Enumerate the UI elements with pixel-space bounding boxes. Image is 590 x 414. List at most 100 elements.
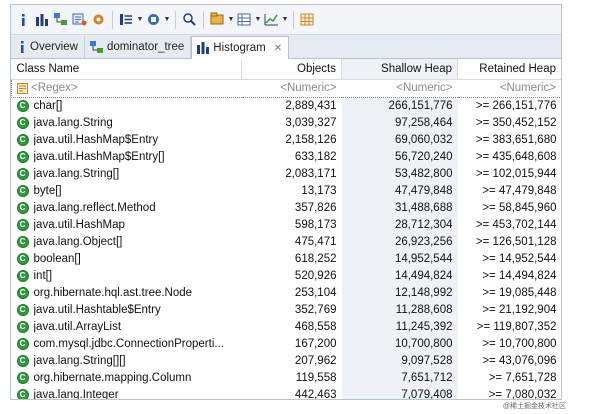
class-name: java.util.HashMap$Entry[]: [33, 150, 165, 163]
table-row[interactable]: Cchar[] 2,889,431 266,151,776 >= 266,151,77…: [12, 97, 562, 114]
class-name: boolean[]: [33, 252, 81, 265]
table-row[interactable]: Cbyte[] 13,173 47,479,848 >= 47,479,848: [12, 182, 562, 199]
retained-heap-filter-input[interactable]: <Numeric>: [457, 78, 561, 98]
shallow-heap-cell: 26,923,256: [341, 233, 458, 250]
tab-overview[interactable]: Overview: [13, 36, 85, 58]
table-row[interactable]: Cjava.lang.String 3,039,327 97,258,464 >= 3…: [12, 114, 562, 131]
overview-dropdown-icon[interactable]: [118, 10, 135, 30]
grid-icon[interactable]: [299, 10, 316, 30]
objects-cell: 2,889,431: [285, 99, 337, 112]
shallow-heap-cell: 11,288,608: [341, 301, 458, 318]
class-name-cell: Ccom.mysql.jdbc.ConnectionProperti...: [12, 335, 242, 352]
shallow-heap-cell: 28,712,304: [341, 216, 458, 233]
toolbar: ▼ ▼ ▼ ▼ ▼: [11, 5, 561, 35]
class-name: java.lang.String: [33, 116, 113, 129]
objects-filter-input[interactable]: <Numeric>: [241, 78, 342, 98]
chevron-down-icon[interactable]: ▼: [281, 16, 289, 23]
class-name-cell: Cjava.lang.String[]: [12, 165, 242, 182]
class-name-cell: Cjava.lang.Object[]: [12, 233, 242, 250]
column-header-objects[interactable]: Objects: [241, 59, 342, 80]
table-row[interactable]: Cjava.util.HashMap$Entry[] 633,182 56,720,…: [12, 148, 562, 165]
query-browser-icon[interactable]: [71, 10, 88, 30]
chevron-down-icon[interactable]: ▼: [254, 16, 262, 23]
table-row[interactable]: Cjava.lang.String[][] 207,962 9,097,528 >= …: [12, 352, 562, 369]
table-row[interactable]: Cboolean[] 618,252 14,952,544 >= 14,952,544: [12, 250, 562, 267]
class-name-cell: Cint[]: [12, 267, 242, 284]
calculator-dropdown-icon[interactable]: [209, 10, 226, 30]
retained-heap-cell: >= 7,080,032: [488, 388, 557, 400]
class-icon: C: [16, 116, 29, 129]
retained-heap-cell: >= 102,015,944: [475, 167, 557, 180]
shallow-heap-cell: 97,258,464: [341, 114, 458, 131]
shallow-heap-cell: 31,488,688: [341, 199, 458, 216]
dominator-tree-icon: [89, 40, 103, 54]
shallow-heap-cell: 47,479,848: [341, 182, 458, 199]
table-row[interactable]: Cjava.util.HashMap$Entry 2,158,126 69,060,…: [12, 131, 562, 148]
table-row[interactable]: Cjava.lang.String[] 2,083,171 53,482,800 >=…: [12, 165, 562, 182]
chevron-down-icon[interactable]: ▼: [227, 16, 235, 23]
column-header-retained-heap[interactable]: Retained Heap: [457, 59, 561, 80]
class-icon: C: [16, 388, 29, 399]
chevron-down-icon[interactable]: ▼: [163, 16, 171, 23]
retained-heap-cell: >= 10,700,800: [482, 337, 557, 350]
dominator-tree-icon[interactable]: [52, 10, 69, 30]
objects-cell: 2,158,126: [285, 133, 337, 146]
class-name: com.mysql.jdbc.ConnectionProperti...: [33, 337, 224, 350]
tab-histogram[interactable]: Histogram ✕: [191, 36, 290, 59]
retained-heap-cell: >= 453,702,144: [475, 218, 557, 231]
table-row[interactable]: Cjava.lang.Integer 442,463 7,079,408 >= 7,0…: [12, 386, 562, 400]
histogram-table: Class Name Objects Shallow Heap Retained…: [11, 59, 562, 400]
search-icon[interactable]: [181, 10, 198, 30]
regex-filter-input[interactable]: <Regex>: [31, 82, 78, 94]
table-row[interactable]: Cjava.lang.reflect.Method 357,826 31,488,6…: [12, 199, 562, 216]
group-by-dropdown-icon[interactable]: [145, 10, 162, 30]
column-header-class-name[interactable]: Class Name: [11, 59, 242, 80]
regex-filter-cell[interactable]: <Regex>: [11, 78, 242, 98]
table-row[interactable]: Cjava.util.Hashtable$Entry 352,769 11,288,…: [12, 301, 562, 318]
retained-heap-cell: >= 43,076,096: [482, 354, 557, 367]
class-icon: C: [16, 218, 29, 231]
class-name-cell: Corg.hibernate.mapping.Column: [12, 369, 242, 386]
table-row[interactable]: Cjava.util.HashMap 598,173 28,712,304 >= 45…: [12, 216, 562, 233]
class-icon: C: [16, 320, 29, 333]
objects-cell: 475,471: [294, 235, 337, 248]
class-icon: C: [16, 201, 29, 214]
objects-cell: 207,962: [294, 354, 337, 367]
table-row[interactable]: Corg.hibernate.mapping.Column 119,558 7,65…: [12, 369, 562, 386]
export-dropdown-icon[interactable]: [236, 10, 253, 30]
watermark: @稀土掘金技术社区: [502, 403, 566, 410]
shallow-heap-cell: 11,245,392: [341, 318, 458, 335]
shallow-heap-filter-input[interactable]: <Numeric>: [341, 78, 458, 98]
close-icon[interactable]: ✕: [274, 43, 282, 54]
class-name-cell: Cjava.lang.String: [12, 114, 242, 131]
class-name: java.util.Hashtable$Entry: [33, 303, 161, 316]
settings-icon[interactable]: [90, 10, 107, 30]
objects-cell: 633,182: [294, 150, 337, 163]
table-row[interactable]: Corg.hibernate.hql.ast.tree.Node 253,104 1…: [12, 284, 562, 301]
table-row[interactable]: Ccom.mysql.jdbc.ConnectionProperti... 167…: [12, 335, 562, 352]
retained-heap-cell: >= 14,952,544: [482, 252, 557, 265]
toolbar-separator: [293, 10, 294, 29]
chart-dropdown-icon[interactable]: [263, 10, 280, 30]
class-name-cell: Corg.hibernate.hql.ast.tree.Node: [12, 284, 242, 301]
info-icon[interactable]: [14, 10, 31, 30]
tab-label: Overview: [30, 41, 78, 53]
class-icon: C: [16, 150, 29, 163]
shallow-heap-cell: 53,482,800: [341, 165, 458, 182]
shallow-heap-cell: 56,720,240: [341, 148, 458, 165]
class-name: java.lang.String[]: [33, 167, 120, 180]
tab-dominator-tree[interactable]: dominator_tree: [85, 36, 192, 58]
column-header-shallow-heap[interactable]: Shallow Heap: [341, 59, 458, 80]
shallow-heap-cell: 9,097,528: [341, 352, 458, 369]
histogram-icon[interactable]: [33, 10, 50, 30]
table-row[interactable]: Cint[] 520,926 14,494,824 >= 14,494,824: [12, 267, 562, 284]
objects-cell: 357,826: [294, 201, 337, 214]
class-icon: C: [16, 99, 29, 112]
class-name-cell: Cboolean[]: [12, 250, 242, 267]
chevron-down-icon[interactable]: ▼: [136, 16, 144, 23]
table-row[interactable]: Cjava.lang.Object[] 475,471 26,923,256 >= 1…: [12, 233, 562, 250]
table-row[interactable]: Cjava.util.ArrayList 468,558 11,245,392 >= …: [12, 318, 562, 335]
class-name-cell: Cjava.util.Hashtable$Entry: [12, 301, 242, 318]
retained-heap-cell: >= 435,648,608: [475, 150, 557, 163]
class-icon: C: [16, 303, 29, 316]
